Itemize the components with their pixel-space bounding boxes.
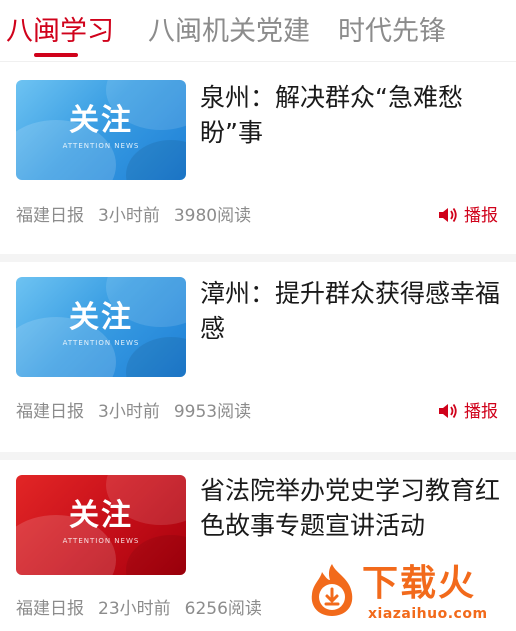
- article-source: 福建日报: [16, 206, 84, 226]
- article-reads: 9953阅读: [173, 402, 252, 422]
- thumbnail-title: 关注: [69, 498, 133, 533]
- thumbnail-subtitle: ATTENTION NEWS: [62, 339, 140, 347]
- watermark-logo: 下载火 xiazaihuo.com: [300, 560, 514, 630]
- thumbnail-title: 关注: [69, 103, 133, 138]
- article-thumbnail: 关注 ATTENTION NEWS: [16, 475, 186, 575]
- article-meta: 福建日报 3小时前 3980阅读: [16, 205, 265, 227]
- speaker-icon: [439, 403, 457, 419]
- article-meta: 福建日报 3小时前 9953阅读: [16, 401, 265, 423]
- thumbnail-subtitle: ATTENTION NEWS: [62, 537, 140, 545]
- tab-bamin-study[interactable]: 八闽学习: [6, 14, 114, 50]
- article-reads: 3980阅读: [173, 206, 252, 226]
- broadcast-label: 播报: [464, 402, 498, 422]
- thumbnail-title: 关注: [69, 300, 133, 335]
- watermark-brand: 下载火: [362, 563, 477, 604]
- article-headline[interactable]: 省法院举办党史学习教育红色故事专题宣讲活动: [200, 473, 506, 543]
- channel-tab-bar: 八闽学习 八闽机关党建 时代先锋: [0, 0, 516, 62]
- article-thumbnail: 关注 ATTENTION NEWS: [16, 80, 186, 180]
- broadcast-label: 播报: [464, 206, 498, 226]
- article-thumbnail: 关注 ATTENTION NEWS: [16, 277, 186, 377]
- article-time: 23小时前: [98, 599, 171, 619]
- watermark-url: xiazaihuo.com: [368, 606, 488, 622]
- flame-download-icon: [311, 564, 353, 616]
- article-reads: 6256阅读: [184, 599, 262, 619]
- article-headline[interactable]: 泉州：解决群众“急难愁盼”事: [200, 80, 506, 150]
- article-source: 福建日报: [16, 402, 84, 422]
- thumbnail-subtitle: ATTENTION NEWS: [62, 142, 140, 150]
- tab-pioneers[interactable]: 时代先锋: [338, 14, 446, 50]
- article-time: 3小时前: [98, 206, 160, 226]
- article-source: 福建日报: [16, 599, 84, 619]
- article-time: 3小时前: [98, 402, 160, 422]
- news-card[interactable]: 关注 ATTENTION NEWS 漳州：提升群众获得感幸福感 福建日报 3小时前…: [0, 262, 516, 452]
- card-divider: [0, 452, 516, 460]
- broadcast-button[interactable]: 播报: [438, 205, 498, 227]
- speaker-icon: [439, 207, 457, 223]
- broadcast-button[interactable]: 播报: [438, 401, 498, 423]
- article-meta: 福建日报 23小时前 6256阅读: [16, 598, 276, 620]
- article-headline[interactable]: 漳州：提升群众获得感幸福感: [200, 276, 506, 346]
- tab-bamin-party-building[interactable]: 八闽机关党建: [148, 14, 310, 50]
- card-divider: [0, 254, 516, 262]
- news-card[interactable]: 关注 ATTENTION NEWS 泉州：解决群众“急难愁盼”事 福建日报 3小时…: [0, 62, 516, 254]
- active-tab-indicator: [34, 53, 78, 57]
